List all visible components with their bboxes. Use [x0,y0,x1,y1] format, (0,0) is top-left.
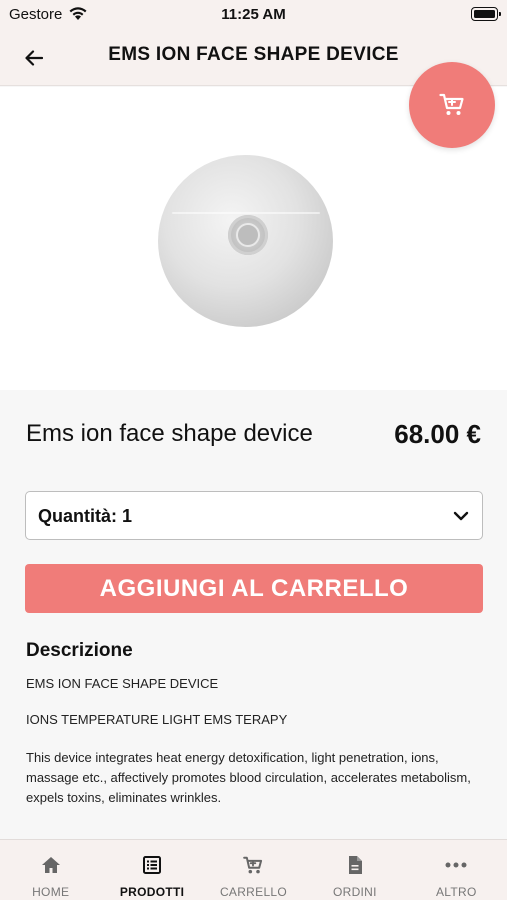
product-image-seam [172,212,320,214]
tab-altro[interactable]: ALTRO [406,840,507,900]
list-icon [141,854,163,876]
more-icon [445,854,467,876]
description-heading: Descrizione [26,640,133,661]
tab-label: PRODOTTI [119,885,185,899]
description-line: IONS TEMPERATURE LIGHT EMS TERAPY [26,712,288,727]
home-icon [40,854,62,876]
tab-home[interactable]: HOME [0,840,101,900]
quantity-value: Quantità: 1 [38,506,133,526]
cart-icon [242,854,264,876]
chevron-down-icon [453,511,469,521]
document-icon [344,854,366,876]
description-paragraph: This device integrates heat energy detox… [26,750,471,805]
description-line: EMS ION FACE SHAPE DEVICE [26,676,219,691]
tab-prodotti[interactable]: PRODOTTI [101,840,202,900]
cart-icon [439,93,464,115]
tab-label: CARRELLO [219,885,288,899]
product-price: 68.00 € [394,419,481,449]
tab-carrello[interactable]: CARRELLO [203,840,304,900]
status-time: 11:25 AM [221,6,286,23]
tab-bar: HOME PRODOTTI CARRELLO ORDINI ALTRO [0,839,507,900]
power-icon [236,223,260,247]
battery-icon [471,7,501,21]
add-to-cart-button[interactable]: AGGIUNGI AL CARRELLO [25,564,483,613]
tab-label: ORDINI [332,885,377,899]
cart-floating-button[interactable] [409,62,495,148]
tab-label: HOME [32,885,70,899]
tab-ordini[interactable]: ORDINI [304,840,405,900]
status-bar: Gestore 11:25 AM [0,0,507,30]
product-name: Ems ion face shape device [26,420,313,447]
page-title: EMS ION FACE SHAPE DEVICE [108,44,399,65]
tab-label: ALTRO [435,885,477,899]
quantity-select[interactable]: Quantità: 1 [25,491,483,540]
